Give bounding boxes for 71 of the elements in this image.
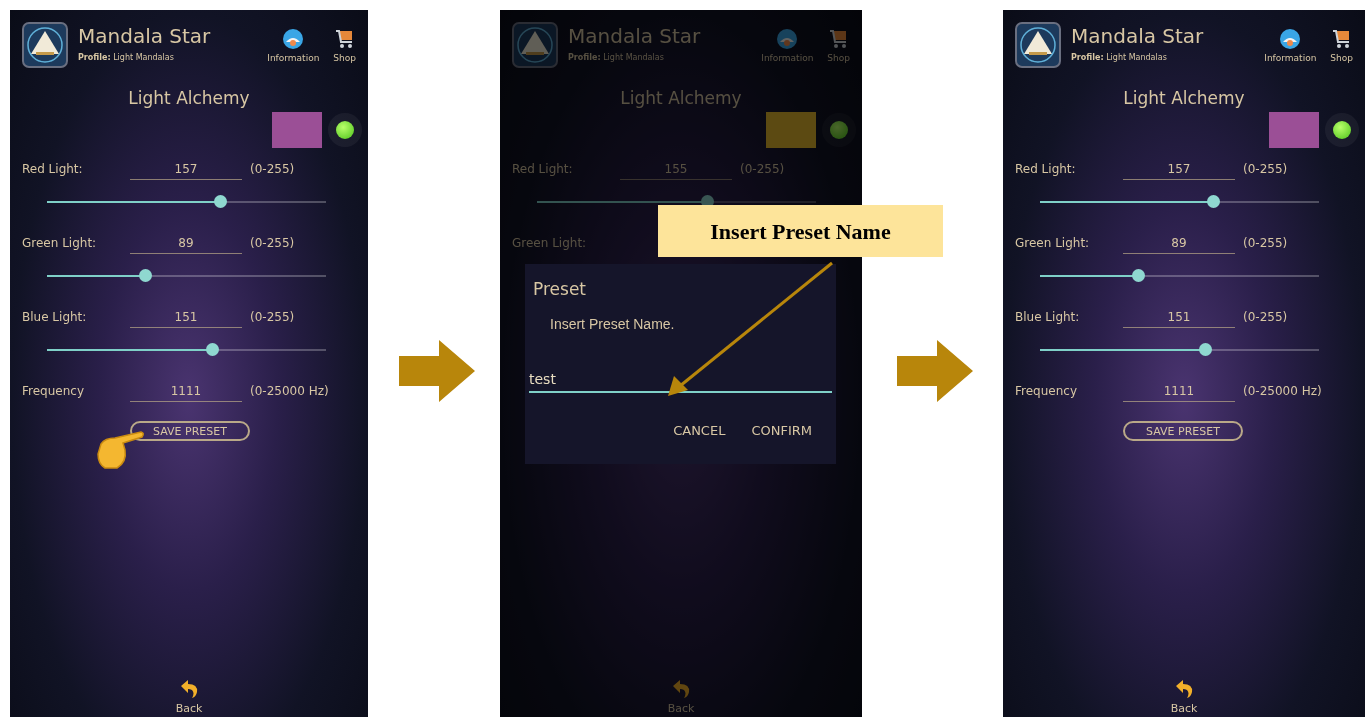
save-preset-button[interactable]: SAVE PRESET — [1123, 421, 1243, 441]
back-button[interactable]: Back — [1170, 679, 1198, 717]
value-field[interactable]: 89 — [1123, 232, 1235, 254]
slider-track[interactable] — [47, 269, 326, 283]
logo-icon — [512, 22, 558, 68]
dialog-title: Preset — [533, 278, 587, 300]
shop-button[interactable]: Shop — [1330, 28, 1353, 64]
slider-thumb[interactable] — [205, 343, 219, 356]
range-label: (0-255) — [1243, 161, 1288, 178]
globe-icon — [282, 28, 305, 50]
slider-track[interactable] — [1040, 343, 1319, 357]
profile-label: Profile: Light Mandalas — [1071, 52, 1168, 64]
range-label: (0-255) — [250, 235, 295, 252]
profile-label: Profile: Light Mandalas — [78, 52, 175, 64]
logo-icon — [22, 22, 68, 68]
field-label: Blue Light: — [1014, 309, 1081, 326]
field-label: Blue Light: — [21, 309, 88, 326]
value-field[interactable]: 157 — [130, 158, 242, 180]
information-button[interactable]: Information — [267, 28, 320, 64]
slider-thumb[interactable] — [138, 269, 152, 282]
range-label: (0-25000 Hz) — [250, 383, 329, 400]
right-arrow-icon — [399, 340, 475, 402]
field-label: Frequency — [1014, 383, 1078, 400]
dialog-message: Insert Preset Name. — [550, 315, 676, 333]
value-field[interactable]: 157 — [1123, 158, 1235, 180]
value-field[interactable]: 1111 — [1123, 380, 1235, 402]
back-button[interactable]: Back — [175, 679, 203, 717]
app-title: Mandala Star — [78, 23, 211, 49]
field-label: Frequency — [21, 383, 85, 400]
value-field[interactable]: 151 — [1123, 306, 1235, 328]
slider-thumb[interactable] — [1206, 195, 1220, 208]
slider-track[interactable] — [47, 343, 326, 357]
profile-label: Profile: Light Mandalas — [568, 52, 665, 64]
field-label: Red Light: — [511, 161, 574, 178]
field-label: Red Light: — [21, 161, 84, 178]
field-label: Green Light: — [1014, 235, 1091, 252]
page-title: Light Alchemy — [128, 87, 250, 109]
range-label: (0-255) — [250, 309, 295, 326]
back-arrow-icon — [671, 679, 691, 699]
value-field[interactable]: 89 — [130, 232, 242, 254]
slider-track[interactable] — [1040, 195, 1319, 209]
page-title: Light Alchemy — [1123, 87, 1245, 109]
dialog-button[interactable]: CONFIRM — [751, 421, 812, 441]
slider-track[interactable] — [47, 195, 326, 209]
range-label: (0-255) — [740, 161, 785, 178]
logo-icon — [1015, 22, 1061, 68]
range-label: (0-255) — [1243, 235, 1288, 252]
range-label: (0-255) — [250, 161, 295, 178]
range-label: (0-25000 Hz) — [1243, 383, 1322, 400]
value-field[interactable]: 151 — [130, 306, 242, 328]
slider-thumb[interactable] — [1131, 269, 1145, 282]
slider-track[interactable] — [1040, 269, 1319, 283]
globe-icon — [776, 28, 799, 50]
app-title: Mandala Star — [568, 23, 701, 49]
right-arrow-icon — [897, 340, 973, 402]
field-label: Green Light: — [21, 235, 98, 252]
shop-button[interactable]: Shop — [333, 28, 356, 64]
range-label: (0-255) — [1243, 309, 1288, 326]
slider-thumb[interactable] — [213, 195, 227, 208]
field-label: Green Light: — [511, 235, 588, 252]
back-arrow-icon — [179, 679, 199, 699]
dialog-button[interactable]: CANCEL — [673, 421, 726, 441]
app-title: Mandala Star — [1071, 23, 1204, 49]
globe-icon — [1279, 28, 1302, 50]
slider-thumb[interactable] — [1198, 343, 1212, 356]
value-field[interactable]: 1111 — [130, 380, 242, 402]
page-title: Light Alchemy — [620, 87, 742, 109]
back-arrow-icon — [1174, 679, 1194, 699]
field-label: Red Light: — [1014, 161, 1077, 178]
callout-label: Insert Preset Name — [658, 205, 943, 257]
information-button[interactable]: Information — [1264, 28, 1317, 64]
